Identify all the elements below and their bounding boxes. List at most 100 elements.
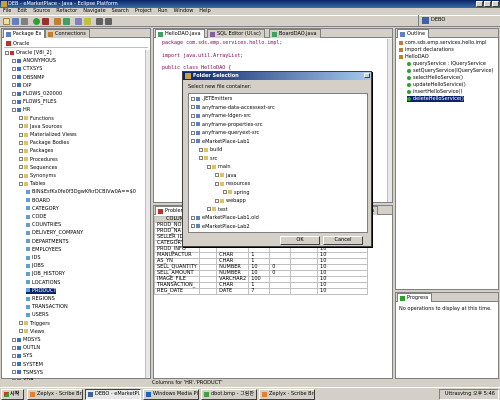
folder-tree-item[interactable]: .JETEmitters: [191, 96, 232, 102]
expand-toggle-icon[interactable]: [199, 156, 203, 160]
expand-toggle-icon[interactable]: [191, 215, 195, 220]
expand-toggle-icon[interactable]: [215, 198, 219, 203]
tree-item[interactable]: SYS: [12, 353, 32, 359]
tab-boarddao-java[interactable]: BoardDAO.java: [269, 29, 321, 38]
start-button[interactable]: 시작: [1, 389, 24, 400]
menu-item-file[interactable]: File: [3, 8, 11, 14]
forward-icon[interactable]: [105, 18, 112, 25]
expand-toggle-icon[interactable]: [12, 362, 16, 367]
expand-toggle-icon[interactable]: [199, 147, 203, 152]
expand-toggle-icon[interactable]: [191, 122, 195, 126]
back-icon[interactable]: [96, 18, 103, 25]
tree-item[interactable]: BIN$EsfKx0fe0f3DgwKfkrDCBIVw0A==$0: [26, 189, 136, 195]
tree-item[interactable]: FLOWS_FILES: [12, 99, 57, 105]
tree-item[interactable]: HR: [12, 107, 30, 113]
tree-item[interactable]: Materialized Views: [19, 132, 77, 138]
tree-item[interactable]: JOBS: [26, 263, 44, 269]
expand-toggle-icon[interactable]: [191, 105, 195, 109]
tree-item[interactable]: OUTLN: [12, 345, 40, 351]
tab-connections[interactable]: Connections: [45, 29, 90, 38]
outline-item[interactable]: insertHelloService(): [407, 89, 462, 95]
expand-toggle-icon[interactable]: [19, 157, 23, 162]
expand-toggle-icon[interactable]: [12, 99, 16, 104]
folder-tree-item[interactable]: anyframe-properties-src: [191, 122, 262, 128]
expand-toggle-icon[interactable]: [19, 148, 23, 153]
perspective-switcher[interactable]: DEBO: [418, 15, 498, 26]
expand-toggle-icon[interactable]: [12, 337, 16, 342]
tree-item[interactable]: IDS: [26, 255, 41, 261]
tree-item[interactable]: Synonyms: [19, 173, 56, 179]
tree-item[interactable]: Procedures: [19, 157, 58, 163]
new-class-icon[interactable]: [63, 18, 70, 25]
outline-item[interactable]: HelloDAO: [399, 54, 429, 60]
menu-item-window[interactable]: Window: [174, 8, 194, 14]
close-button[interactable]: [492, 1, 499, 7]
new-package-icon[interactable]: [54, 18, 61, 25]
expand-toggle-icon[interactable]: [19, 321, 23, 326]
expand-toggle-icon[interactable]: [19, 140, 23, 145]
tree-item[interactable]: MDSYS: [12, 337, 41, 343]
expand-toggle-icon[interactable]: [12, 345, 16, 350]
tree-item[interactable]: Functions: [19, 116, 54, 122]
run-icon[interactable]: [33, 18, 40, 25]
expand-toggle-icon[interactable]: [19, 165, 23, 170]
outline-item[interactable]: com.sds.emp.services.hello.impl: [399, 40, 486, 46]
tree-item[interactable]: REGIONS: [26, 296, 55, 302]
tree-item[interactable]: EMPLOYEES: [26, 247, 61, 253]
folder-tree-item[interactable]: java: [215, 173, 236, 179]
tree-item[interactable]: DIP: [12, 83, 31, 89]
outline-item[interactable]: import declarations: [399, 47, 454, 53]
tree-item[interactable]: FLOWS_020000: [12, 91, 62, 97]
menu-item-project[interactable]: Project: [135, 8, 152, 14]
ok-button[interactable]: OK: [280, 236, 320, 245]
left-scrollbar[interactable]: [145, 50, 150, 378]
expand-toggle-icon[interactable]: [215, 173, 219, 177]
tree-item[interactable]: DBSNMP: [12, 75, 44, 81]
tree-item[interactable]: CATEGORY: [26, 206, 59, 212]
outline-item[interactable]: deleteHelloService(): [407, 96, 464, 102]
tree-item[interactable]: Tables: [19, 181, 46, 187]
outline-item[interactable]: setQueryService(IQueryService): [407, 68, 493, 74]
outline-item[interactable]: updateHelloService(): [407, 82, 466, 88]
expand-toggle-icon[interactable]: [223, 190, 227, 194]
folder-tree-item[interactable]: main: [207, 164, 231, 170]
tab-sql-editor-ul-sc-[interactable]: SQL Editor (Ul.sc): [207, 29, 265, 38]
folder-tree-item[interactable]: build: [199, 147, 222, 153]
tree-item[interactable]: TRANSACTION: [26, 304, 68, 310]
tree-item[interactable]: DELIVERY_COMPANY: [26, 230, 83, 236]
taskbar-task[interactable]: Windows Media Player: [143, 389, 199, 400]
folder-tree-item[interactable]: eMarketPlace-Lab1.old: [191, 215, 259, 221]
tab-outline[interactable]: Outline: [397, 29, 430, 38]
tree-item[interactable]: TSMSYS: [12, 370, 43, 376]
taskbar-task[interactable]: DEBO - eMarketPl...: [85, 389, 141, 400]
expand-toggle-icon[interactable]: [12, 107, 16, 112]
menu-item-search[interactable]: Search: [112, 8, 129, 14]
expand-toggle-icon[interactable]: [19, 181, 23, 186]
tree-item[interactable]: Sequences: [19, 165, 57, 171]
tree-item[interactable]: CTXSYS: [12, 66, 42, 72]
tree-item[interactable]: DEPARTMENTS: [26, 239, 69, 245]
folder-tree-item[interactable]: eMarketPlace-Lab2: [191, 224, 250, 230]
taskbar-task[interactable]: Zeplyx - Scribe Bro...: [259, 389, 315, 400]
menu-item-refactor[interactable]: Refactor: [56, 8, 77, 14]
expand-toggle-icon[interactable]: [19, 173, 23, 178]
expand-toggle-icon[interactable]: [12, 353, 16, 358]
tree-item[interactable]: PRODUCT: [26, 287, 57, 294]
expand-toggle-icon[interactable]: [5, 50, 9, 55]
expand-toggle-icon[interactable]: [19, 124, 23, 129]
expand-toggle-icon[interactable]: [19, 116, 23, 121]
menu-item-help[interactable]: Help: [199, 8, 210, 14]
expand-toggle-icon[interactable]: [12, 66, 16, 71]
maximize-button[interactable]: [484, 1, 491, 7]
tree-item[interactable]: COUNTRIES: [26, 222, 61, 228]
folder-tree-item[interactable]: spring: [223, 190, 250, 196]
tree-item[interactable]: BOARD: [26, 198, 50, 204]
expand-toggle-icon[interactable]: [191, 139, 195, 143]
menu-item-navigate[interactable]: Navigate: [83, 8, 105, 14]
expand-toggle-icon[interactable]: [12, 370, 16, 375]
tree-item[interactable]: Packages: [19, 148, 53, 154]
tree-item[interactable]: Triggers: [19, 321, 50, 327]
menu-item-edit[interactable]: Edit: [17, 8, 27, 14]
connection-root[interactable]: Oracle: [4, 40, 148, 48]
folder-tree-item[interactable]: anyframe-data-accessext-src: [191, 105, 275, 111]
